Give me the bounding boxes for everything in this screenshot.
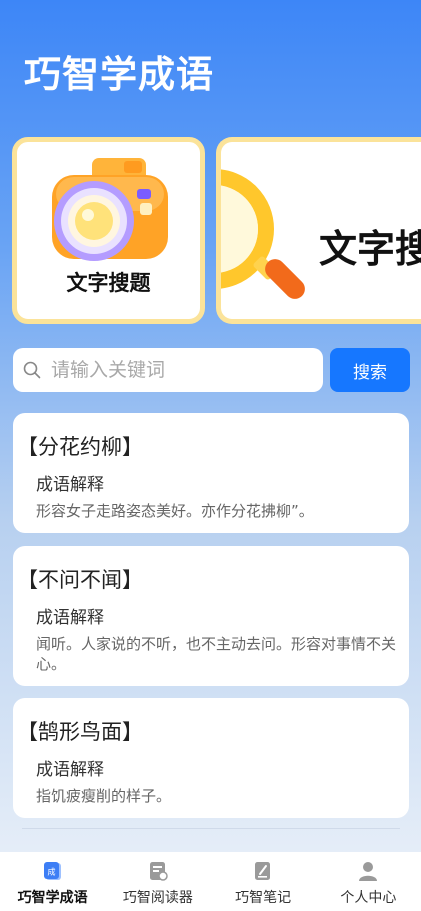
tab-label: 巧智学成语 [17,890,88,906]
idiom-name: 【不问不闻】 [17,568,143,592]
text-search-banner-label: 文字搜 [319,227,421,271]
idiom-subtitle: 成语解释 [36,760,104,780]
reader-icon [149,862,168,881]
idiom-subtitle: 成语解释 [36,608,104,628]
idiom-description: 指饥疲瘦削的样子。 [36,787,172,805]
idiom-description: 形容女子走路姿态美好。亦作分花拂柳”。 [36,502,314,520]
idiom-name: 【分花约柳】 [17,435,143,459]
search-button[interactable]: 搜索 [330,348,410,392]
tab-reader[interactable]: 巧智阅读器 [105,852,210,911]
page-title: 巧智学成语 [24,53,214,96]
tab-label: 巧智笔记 [235,890,292,906]
person-icon [359,862,378,881]
idiom-card[interactable]: 【分花约柳】 成语解释 形容女子走路姿态美好。亦作分花拂柳”。 [13,413,409,533]
tab-label: 巧智阅读器 [122,890,193,906]
idiom-description: 闻听。人家说的不听，也不主动去问。形容对事情不关心。 [36,635,397,673]
tab-notes[interactable]: 巧智笔记 [211,852,316,911]
magnifier-icon [221,169,305,299]
text-search-banner[interactable]: 文字搜 [216,137,421,324]
tab-label: 个人中心 [340,890,397,906]
tab-profile[interactable]: 个人中心 [316,852,421,911]
idiom-subtitle: 成语解释 [36,475,104,495]
bottom-tab-bar: 成 巧智学成语 巧智阅读器 巧智笔记 个人中心 [0,852,421,911]
idiom-card[interactable]: 【鹄形鸟面】 成语解释 指饥疲瘦削的样子。 [13,698,409,818]
divider [22,828,400,829]
tab-idiom[interactable]: 成 巧智学成语 [0,852,105,911]
search-input[interactable] [49,358,293,382]
idiom-card[interactable]: 【不问不闻】 成语解释 闻听。人家说的不听，也不主动去问。形容对事情不关心。 [13,546,409,686]
idiom-book-icon: 成 [43,862,61,880]
text-search-label: 文字搜题 [66,271,151,295]
text-search-card[interactable]: 文字搜题 [12,137,205,324]
search-box[interactable] [13,348,323,392]
idiom-name: 【鹄形鸟面】 [17,720,143,744]
svg-text:成: 成 [47,867,55,877]
search-icon [23,361,41,379]
notebook-icon [255,862,271,880]
